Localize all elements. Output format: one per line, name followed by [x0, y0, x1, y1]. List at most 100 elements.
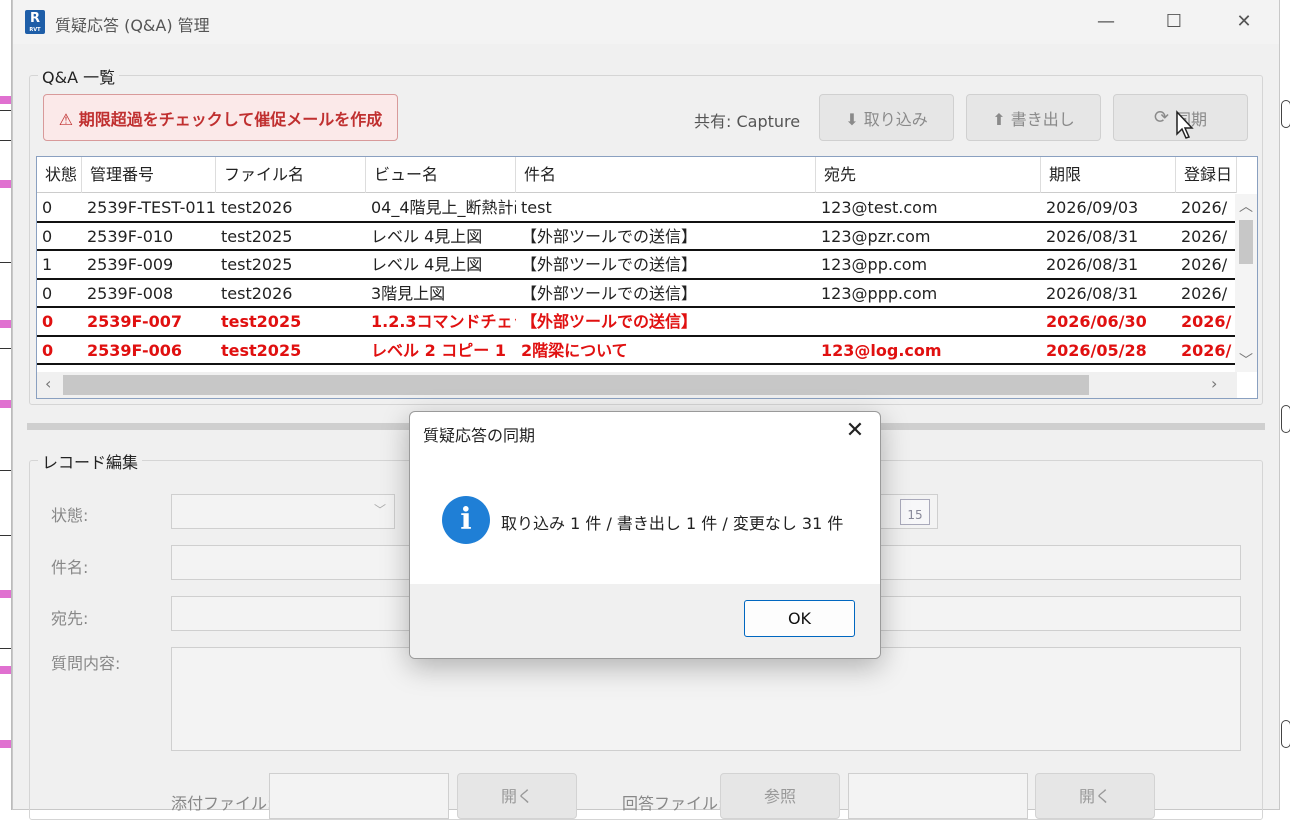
cell-view: レベル 4見上図 [371, 255, 483, 274]
column-header-due[interactable]: 期限 [1041, 157, 1176, 193]
grid-body: 0 2539F-TEST-011 test2026 04_4階見上_断熱計画 test 1… [37, 194, 1237, 372]
cell-reg: 2026/ [1181, 255, 1228, 274]
cell-subject: test [521, 198, 552, 217]
qa-list-legend: Q&A 一覧 [38, 64, 120, 88]
column-header-registered[interactable]: 登録日 [1176, 157, 1237, 193]
mouse-cursor-icon [1176, 110, 1194, 139]
subject-label: 件名: [51, 558, 89, 577]
cell-view: 3階見上図 [371, 283, 446, 303]
cell-id: 2539F-009 [87, 255, 174, 274]
vertical-scroll-thumb[interactable] [1239, 220, 1253, 264]
overdue-check-button[interactable]: ⚠ 期限超過をチェックして催促メールを作成 [43, 94, 398, 141]
to-label: 宛先: [51, 609, 89, 628]
due-date-picker[interactable]: 15 [871, 494, 938, 529]
cell-reg: 2026/ [1181, 312, 1232, 331]
status-label: 状態: [51, 506, 89, 525]
cell-status: 1 [42, 255, 53, 274]
import-button-label: ⬇ 取り込み [845, 109, 928, 129]
scroll-up-icon[interactable]: ︿ [1235, 196, 1257, 216]
qa-grid[interactable]: 状態 管理番号 ファイル名 ビュー名 件名 宛先 期限 登録日 0 2539F-T… [36, 156, 1258, 399]
sync-icon: ⟳ [1153, 107, 1170, 128]
grid-horizontal-scrollbar[interactable]: ‹ › [37, 372, 1237, 398]
scroll-down-icon[interactable]: ﹀ [1235, 350, 1257, 370]
import-button[interactable]: ⬇ 取り込み [819, 94, 954, 141]
column-header-view[interactable]: ビュー名 [366, 157, 516, 193]
cell-status: 0 [42, 312, 54, 331]
cell-reg: 2026/ [1181, 283, 1228, 303]
export-button[interactable]: ⬆ 書き出し [966, 94, 1101, 141]
share-label: 共有: Capture [694, 112, 801, 131]
answer-file-field[interactable] [848, 773, 1028, 819]
cell-file: test2026 [221, 283, 293, 303]
column-header-id[interactable]: 管理番号 [82, 157, 216, 193]
cell-status: 0 [42, 283, 53, 303]
cell-id: 2539F-TEST-011 [87, 198, 216, 217]
answer-label: 回答ファイル: [622, 794, 724, 813]
cell-id: 2539F-010 [87, 226, 174, 246]
cell-id: 2539F-006 [87, 340, 183, 360]
table-row[interactable]: 0 2539F-TEST-011 test2026 04_4階見上_断熱計画 test 1… [37, 194, 1237, 223]
cell-reg: 2026/ [1181, 226, 1228, 246]
close-window-button[interactable]: ✕ [1221, 8, 1267, 36]
attach-open-button[interactable]: 開く [457, 773, 577, 819]
cell-file: test2026 [221, 198, 293, 217]
answer-open-button[interactable]: 開く [1035, 773, 1155, 819]
cell-status: 0 [42, 340, 54, 360]
cell-file: test2025 [221, 255, 293, 274]
sync-result-dialog: 質疑応答の同期 ✕ i 取り込み 1 件 / 書き出し 1 件 / 変更なし 3… [409, 411, 881, 659]
cell-due: 2026/05/28 [1046, 340, 1147, 360]
overdue-button-label: ⚠ 期限超過をチェックして催促メールを作成 [58, 109, 383, 129]
info-icon: i [442, 496, 490, 544]
minimize-button[interactable]: — [1083, 8, 1129, 36]
cell-subject: 【外部ツールでの送信】 [521, 255, 698, 274]
cell-reg: 2026/ [1181, 340, 1232, 360]
title-bar: R RVT 質疑応答 (Q&A) 管理 — ☐ ✕ [13, 0, 1279, 44]
column-header-subject[interactable]: 件名 [516, 157, 816, 193]
status-select[interactable]: ﹀ [171, 494, 395, 529]
cell-id: 2539F-008 [87, 283, 174, 303]
calendar-icon[interactable]: 15 [900, 499, 930, 525]
grid-header: 状態 管理番号 ファイル名 ビュー名 件名 宛先 期限 登録日 [37, 157, 1237, 193]
question-textarea[interactable] [171, 647, 1241, 751]
cell-view: レベル 4見上図 [371, 226, 483, 246]
table-row[interactable]: 1 2539F-009 test2025 レベル 4見上図 【外部ツールでの送信】 123… [37, 251, 1237, 280]
cell-due: 2026/08/31 [1046, 283, 1139, 303]
cell-file: test2025 [221, 340, 302, 360]
dialog-close-icon[interactable]: ✕ [842, 418, 868, 444]
cell-status: 0 [42, 198, 53, 217]
table-row[interactable]: 0 2539F-006 test2025 レベル 2 コピー 1 2階梁について 123@… [37, 337, 1237, 365]
cell-subject: 【外部ツールでの送信】 [521, 283, 698, 303]
cell-view: レベル 2 コピー 1 [371, 340, 506, 360]
answer-browse-button[interactable]: 参照 [720, 773, 840, 819]
scroll-left-icon[interactable]: ‹ [45, 374, 51, 393]
record-edit-legend: レコード編集 [38, 449, 143, 473]
attach-label: 添付ファイル: [171, 794, 273, 813]
cell-view: 04_4階見上_断熱計画 [371, 198, 516, 217]
column-header-to[interactable]: 宛先 [816, 157, 1041, 193]
scroll-right-icon[interactable]: › [1211, 374, 1217, 393]
cell-subject: 【外部ツールでの送信】 [521, 226, 698, 246]
cell-subject: 2階梁について [521, 340, 628, 360]
column-header-file[interactable]: ファイル名 [216, 157, 366, 193]
cell-id: 2539F-007 [87, 312, 183, 331]
grid-vertical-scrollbar[interactable]: ︿ ﹀ [1235, 194, 1257, 372]
column-header-status[interactable]: 状態 [37, 157, 82, 193]
maximize-button[interactable]: ☐ [1151, 8, 1197, 36]
cell-due: 2026/08/31 [1046, 226, 1139, 246]
cell-to: 123@ppp.com [821, 283, 938, 303]
dialog-footer: OK [410, 584, 880, 658]
cell-file: test2025 [221, 226, 293, 246]
window-title: 質疑応答 (Q&A) 管理 [55, 16, 210, 35]
horizontal-scroll-thumb[interactable] [63, 375, 1089, 395]
table-row[interactable]: 0 2539F-007 test2025 1.2.3コマンドチェック【外部ツールでの送… [37, 308, 1237, 337]
question-label: 質問内容: [51, 654, 121, 673]
table-row[interactable]: 0 2539F-008 test2026 3階見上図 【外部ツールでの送信】 123@pp… [37, 280, 1237, 308]
attach-file-field[interactable] [269, 773, 449, 819]
dialog-message: 取り込み 1 件 / 書き出し 1 件 / 変更なし 31 件 [501, 514, 844, 533]
cell-due: 2026/09/03 [1046, 198, 1139, 217]
table-row[interactable]: 0 2539F-010 test2025 レベル 4見上図 【外部ツールでの送信】 123… [37, 223, 1237, 251]
ok-button[interactable]: OK [744, 600, 855, 637]
dialog-title: 質疑応答の同期 [423, 426, 536, 445]
revit-app-icon: R RVT [25, 10, 45, 34]
qa-manager-window: R RVT 質疑応答 (Q&A) 管理 — ☐ ✕ Q&A 一覧 ⚠ 期限超過を… [12, 0, 1280, 820]
